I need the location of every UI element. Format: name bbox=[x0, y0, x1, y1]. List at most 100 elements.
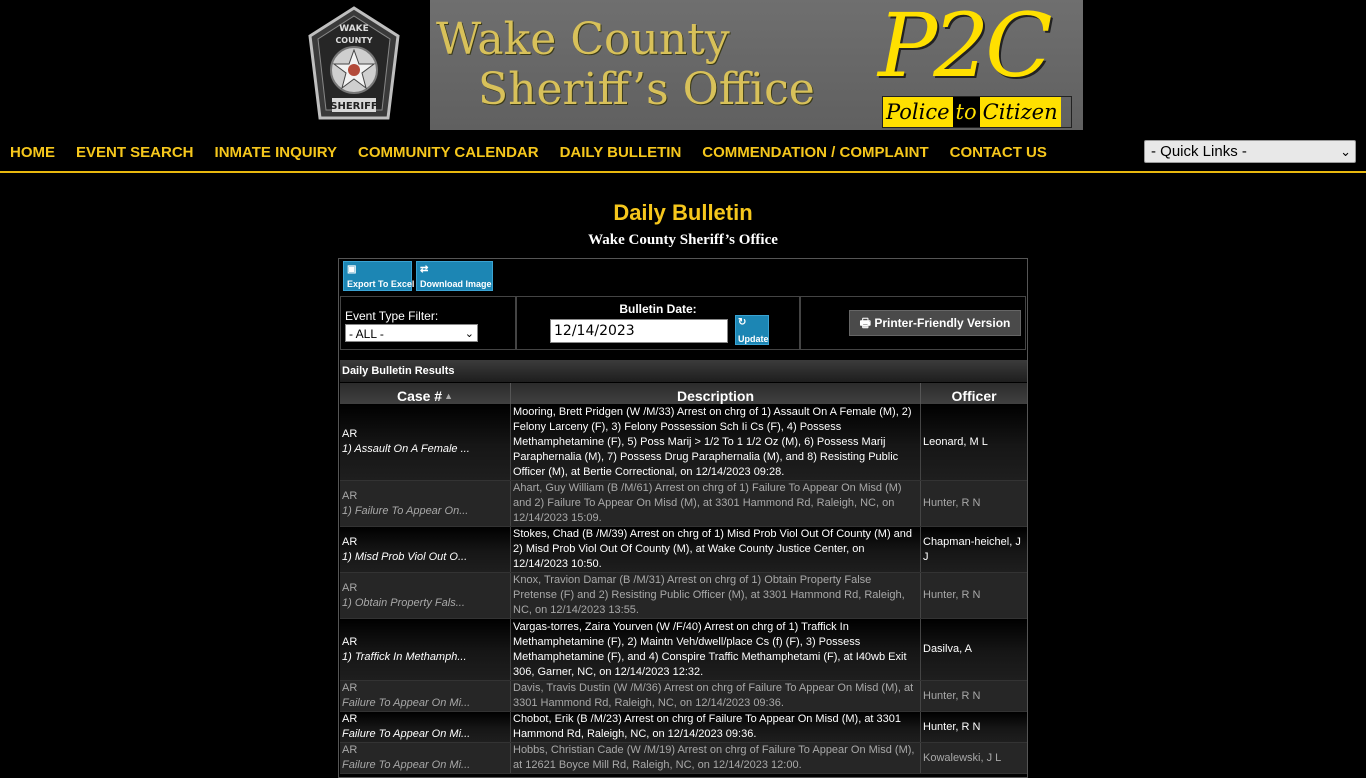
p2c-subtitle: Police to Citizen bbox=[882, 96, 1072, 128]
refresh-icon: ↻ bbox=[738, 317, 747, 328]
case-charge: 1) Assault On A Female ... bbox=[342, 443, 470, 455]
header-banner: WAKE COUNTY SHERIFF Wake County Sheriff’… bbox=[0, 0, 1366, 132]
nav-commendation-complaint[interactable]: COMMENDATION / COMPLAINT bbox=[702, 144, 928, 161]
case-charge: 1) Misd Prob Viol Out O... bbox=[342, 550, 468, 563]
event-type-label: Event Type Filter: bbox=[345, 309, 439, 323]
bulletin-date-cell: Bulletin Date: 12/14/2023 ↻ Update bbox=[516, 296, 800, 350]
nav-community-calendar[interactable]: COMMUNITY CALENDAR bbox=[358, 144, 539, 161]
export-excel-label: Export To Excel bbox=[347, 279, 415, 289]
description-cell: Knox, Travion Damar (B /M/31) Arrest on … bbox=[511, 573, 921, 618]
results-heading: Daily Bulletin Results bbox=[340, 360, 1027, 382]
officer-cell: Kowalewski, J L bbox=[923, 751, 1002, 764]
update-button[interactable]: ↻ Update bbox=[735, 315, 769, 345]
officer-cell: Hunter, R N bbox=[923, 689, 981, 702]
case-charge: Failure To Appear On Mi... bbox=[342, 697, 471, 709]
sheriff-badge-area: WAKE COUNTY SHERIFF bbox=[282, 0, 430, 130]
update-label: Update bbox=[738, 334, 769, 344]
results-column-headers: Case # ▲ Description Officer bbox=[340, 383, 1027, 404]
filter-row: Event Type Filter: - ALL - ⌄ Bulletin Da… bbox=[340, 296, 1026, 352]
banner-title-line1: Wake County bbox=[436, 14, 730, 65]
case-cell: AR 1) Obtain Property Fals... bbox=[340, 573, 511, 618]
table-row[interactable]: AR 1) Assault On A Female ... Mooring, B… bbox=[340, 404, 1027, 481]
swap-arrows-icon: ⇄ bbox=[420, 264, 429, 275]
description-cell: Ahart, Guy William (B /M/61) Arrest on c… bbox=[511, 481, 921, 526]
event-type-cell: Event Type Filter: - ALL - ⌄ bbox=[340, 296, 516, 350]
quick-links-select[interactable]: - Quick Links - ⌄ bbox=[1144, 140, 1356, 163]
case-cell: AR Failure To Appear On Mi... bbox=[340, 681, 511, 711]
case-type: AR bbox=[342, 581, 358, 594]
description-cell: Hobbs, Christian Cade (W /M/19) Arrest o… bbox=[511, 743, 921, 773]
case-charge: 1) Failure To Appear On... bbox=[342, 504, 469, 517]
officer-cell: Hunter, R N bbox=[923, 589, 981, 601]
event-type-select[interactable]: - ALL - ⌄ bbox=[345, 324, 478, 342]
bulletin-date-label: Bulletin Date: bbox=[619, 302, 697, 316]
description-cell: Stokes, Chad (B /M/39) Arrest on chrg of… bbox=[511, 527, 921, 572]
printer-friendly-label: Printer-Friendly Version bbox=[874, 316, 1011, 330]
case-type: AR bbox=[342, 489, 358, 502]
bulletin-date-input[interactable]: 12/14/2023 bbox=[550, 319, 728, 343]
sheriff-badge-logo: WAKE COUNTY SHERIFF bbox=[308, 6, 400, 120]
table-row[interactable]: AR Failure To Appear On Mi... Chobot, Er… bbox=[340, 712, 1027, 743]
table-row[interactable]: AR Failure To Appear On Mi... Hobbs, Chr… bbox=[340, 743, 1027, 774]
case-cell: AR Failure To Appear On Mi... bbox=[340, 712, 511, 742]
case-cell: AR 1) Traffick In Methamph... bbox=[340, 619, 511, 680]
officer-cell: Leonard, M L bbox=[923, 435, 988, 448]
case-charge: 1) Traffick In Methamph... bbox=[342, 650, 467, 663]
case-cell: AR 1) Failure To Appear On... bbox=[340, 481, 511, 526]
nav-inmate-inquiry[interactable]: INMATE INQUIRY bbox=[215, 144, 338, 161]
case-type: AR bbox=[342, 682, 358, 694]
download-image-button[interactable]: ⇄ Download Image bbox=[416, 261, 493, 291]
page-title: Daily Bulletin bbox=[613, 200, 753, 225]
case-charge: Failure To Appear On Mi... bbox=[342, 759, 471, 771]
quick-links-value: - Quick Links - bbox=[1151, 143, 1247, 160]
case-type: AR bbox=[342, 635, 358, 648]
column-case[interactable]: Case # ▲ bbox=[340, 383, 511, 404]
results-rows: AR 1) Assault On A Female ... Mooring, B… bbox=[340, 404, 1027, 774]
p2c-sub-police: Police bbox=[883, 97, 953, 127]
case-cell: AR 1) Misd Prob Viol Out O... bbox=[340, 527, 511, 572]
table-row[interactable]: AR 1) Misd Prob Viol Out O... Stokes, Ch… bbox=[340, 527, 1027, 573]
officer-cell: Chapman-heichel, J J bbox=[923, 535, 1021, 563]
chevron-down-icon: ⌄ bbox=[1340, 144, 1351, 159]
case-type: AR bbox=[342, 744, 358, 756]
column-officer[interactable]: Officer bbox=[921, 383, 1027, 404]
banner-title-line2: Sheriff’s Office bbox=[478, 64, 815, 115]
description-cell: Mooring, Brett Pridgen (W /M/33) Arrest … bbox=[511, 404, 921, 480]
nav-daily-bulletin[interactable]: DAILY BULLETIN bbox=[560, 144, 682, 161]
case-cell: AR 1) Assault On A Female ... bbox=[340, 404, 511, 480]
nav-contact-us[interactable]: CONTACT US bbox=[950, 144, 1047, 161]
description-cell: Davis, Travis Dustin (W /M/36) Arrest on… bbox=[511, 681, 921, 711]
table-row[interactable]: AR Failure To Appear On Mi... Davis, Tra… bbox=[340, 681, 1027, 712]
table-row[interactable]: AR 1) Obtain Property Fals... Knox, Trav… bbox=[340, 573, 1027, 619]
printer-friendly-button[interactable]: 🖶 Printer-Friendly Version bbox=[849, 310, 1021, 336]
p2c-sub-to: to bbox=[952, 97, 980, 127]
p2c-sub-citizen: Citizen bbox=[979, 97, 1061, 127]
sort-icon: ▲ bbox=[444, 391, 454, 401]
chevron-down-icon: ⌄ bbox=[464, 328, 474, 340]
officer-cell: Dasilva, A bbox=[923, 643, 972, 655]
officer-cell: Hunter, R N bbox=[923, 720, 981, 733]
column-description[interactable]: Description bbox=[511, 383, 921, 404]
case-type: AR bbox=[342, 428, 358, 440]
table-row[interactable]: AR 1) Traffick In Methamph... Vargas-tor… bbox=[340, 619, 1027, 681]
table-row[interactable]: AR 1) Failure To Appear On... Ahart, Guy… bbox=[340, 481, 1027, 527]
case-charge: 1) Obtain Property Fals... bbox=[342, 596, 465, 609]
badge-bottom-text: SHERIFF bbox=[330, 101, 378, 112]
description-cell: Chobot, Erik (B /M/23) Arrest on chrg of… bbox=[511, 712, 921, 742]
case-type: AR bbox=[342, 713, 358, 725]
export-excel-button[interactable]: ▣ Export To Excel bbox=[343, 261, 415, 291]
officer-cell: Hunter, R N bbox=[923, 497, 981, 509]
printer-cell: 🖶 Printer-Friendly Version bbox=[800, 296, 1026, 350]
description-cell: Vargas-torres, Zaira Yourven (W /F/40) A… bbox=[511, 619, 921, 680]
export-icon: ▣ bbox=[347, 264, 357, 275]
badge-mid-text: COUNTY bbox=[335, 36, 372, 45]
page-subtitle: Wake County Sheriff’s Office bbox=[588, 232, 778, 248]
nav-event-search[interactable]: EVENT SEARCH bbox=[76, 144, 194, 161]
column-case-label: Case # bbox=[396, 388, 443, 404]
nav-home[interactable]: HOME bbox=[10, 144, 55, 161]
banner-title-panel: Wake County Sheriff’s Office P2C Police … bbox=[430, 0, 1083, 130]
badge-top-text: WAKE bbox=[339, 24, 369, 34]
case-cell: AR Failure To Appear On Mi... bbox=[340, 743, 511, 773]
case-charge: Failure To Appear On Mi... bbox=[342, 728, 471, 740]
download-image-label: Download Image bbox=[420, 279, 492, 289]
